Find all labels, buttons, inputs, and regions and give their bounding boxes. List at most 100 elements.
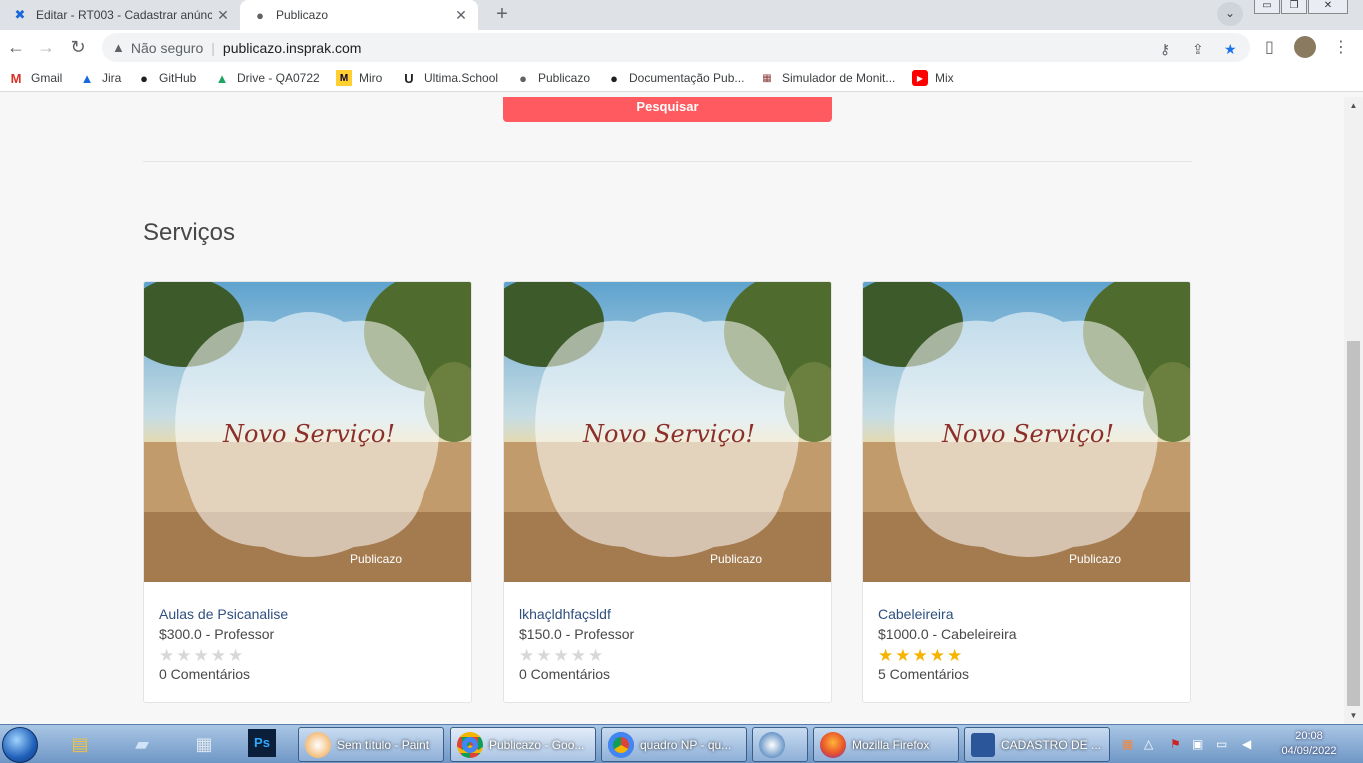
word-icon: [971, 732, 995, 757]
restore-button[interactable]: ❐: [1281, 0, 1307, 14]
star-icon: ★: [895, 646, 911, 665]
volume-icon[interactable]: ◀: [1242, 737, 1251, 751]
scroll-thumb[interactable]: [1347, 341, 1360, 706]
bookmark-drive[interactable]: ▲ Drive - QA0722: [214, 70, 320, 86]
card-comments[interactable]: 0 Comentários: [519, 666, 634, 686]
miro-icon: M: [336, 70, 352, 86]
card-body: Cabeleireira $1000.0 - Cabeleireira ★ ★ ★ ★…: [878, 606, 1017, 686]
bookmark-star-icon[interactable]: ★: [1224, 41, 1237, 58]
scroll-up-arrow-icon[interactable]: ▲: [1344, 97, 1363, 114]
card-comments[interactable]: 5 Comentários: [878, 666, 1017, 686]
share-icon[interactable]: ⇪: [1192, 41, 1204, 58]
bookmark-label: Publicazo: [538, 71, 591, 85]
tab-publicazo[interactable]: ● Publicazo ✕: [240, 0, 478, 30]
service-card[interactable]: Novo Serviço! Publicazo Aulas de Psicana…: [143, 281, 472, 703]
chrome-icon: [457, 731, 483, 758]
key-icon[interactable]: ⚷: [1160, 41, 1170, 58]
image-brand: Publicazo: [1069, 552, 1121, 566]
bookmark-label: Jira: [102, 71, 122, 85]
separator: |: [211, 39, 215, 56]
card-title[interactable]: lkhaçldhfaçsldf: [519, 606, 634, 626]
scroll-down-arrow-icon[interactable]: ▼: [1344, 707, 1363, 724]
bookmark-documentacao[interactable]: ● Documentação Pub...: [606, 70, 744, 86]
url-text[interactable]: publicazo.insprak.com: [223, 40, 362, 56]
card-price: $1000.0 - Cabeleireira: [878, 626, 1017, 642]
star-icon: ★: [228, 646, 244, 665]
service-card[interactable]: Novo Serviço! Publicazo lkhaçldhfaçsldf …: [503, 281, 832, 703]
divider: [143, 161, 1192, 162]
search-button[interactable]: Pesquisar: [503, 97, 832, 122]
task-word[interactable]: CADASTRO DE ...: [964, 727, 1110, 762]
tray-drive-icon[interactable]: △: [1144, 737, 1153, 751]
image-brand: Publicazo: [350, 552, 402, 566]
star-icon: ★: [947, 646, 963, 665]
star-icon: ★: [176, 646, 192, 665]
bookmark-mix[interactable]: ▶ Mix: [912, 70, 954, 86]
bookmark-label: GitHub: [159, 71, 197, 85]
taskbar-clock[interactable]: 20:08 04/09/2022: [1264, 729, 1354, 759]
menu-icon[interactable]: ⋮: [1333, 37, 1349, 57]
service-image[interactable]: Novo Serviço! Publicazo: [863, 282, 1190, 582]
explorer-icon[interactable]: ▤: [64, 729, 96, 759]
bookmark-jira[interactable]: ▲ Jira: [79, 70, 122, 86]
photoshop-icon[interactable]: Ps: [248, 729, 276, 757]
back-icon[interactable]: ←: [4, 36, 28, 60]
task-chrome-quadro[interactable]: quadro NP - qu...: [601, 727, 747, 762]
tray-device-icon[interactable]: ▣: [1192, 737, 1203, 751]
card-title[interactable]: Aulas de Psicanalise: [159, 606, 288, 626]
tab-editar[interactable]: ✖ Editar - RT003 - Cadastrar anúncio ✕: [0, 0, 240, 30]
clock-time: 20:08: [1295, 730, 1323, 742]
calculator-icon[interactable]: ▦: [188, 729, 220, 759]
bookmark-gmail[interactable]: M Gmail: [8, 70, 63, 86]
bookmark-simulador[interactable]: ▦ Simulador de Monit...: [759, 70, 895, 86]
new-tab-button[interactable]: +: [488, 3, 516, 27]
bookmark-publicazo[interactable]: ● Publicazo: [515, 70, 590, 86]
star-icon: ★: [929, 646, 945, 665]
close-icon[interactable]: ✕: [212, 7, 234, 24]
tab-bar: ✖ Editar - RT003 - Cadastrar anúncio ✕ ●…: [0, 0, 1363, 30]
close-icon[interactable]: ✕: [450, 7, 472, 24]
task-firefox[interactable]: Mozilla Firefox: [813, 727, 959, 762]
task-thunderbird[interactable]: [752, 727, 808, 762]
notebook-icon[interactable]: ▰: [126, 729, 158, 759]
jira-icon: ▲: [80, 70, 94, 86]
service-image[interactable]: Novo Serviço! Publicazo: [144, 282, 471, 582]
close-window-button[interactable]: ✕: [1308, 0, 1348, 14]
profile-avatar[interactable]: [1294, 36, 1316, 58]
star-icon: ★: [536, 646, 552, 665]
star-icon: ★: [553, 646, 569, 665]
bookmarks-bar: M Gmail ▲ Jira ● GitHub ▲ Drive - QA0722…: [0, 65, 1363, 92]
bookmark-label: Miro: [359, 71, 383, 85]
rating-stars: ★ ★ ★ ★ ★: [519, 646, 634, 666]
service-card[interactable]: Novo Serviço! Publicazo Cabeleireira $10…: [862, 281, 1191, 703]
task-chrome-publicazo[interactable]: Publicazo - Goo...: [450, 727, 596, 762]
thunderbird-icon: [759, 731, 785, 758]
tray-flag-icon[interactable]: ⚑: [1170, 737, 1181, 751]
page-content: Pesquisar Serviços Novo Serviço! Publica…: [0, 97, 1344, 724]
beach-image: Novo Serviço! Publicazo: [144, 282, 471, 582]
tab-title: Editar - RT003 - Cadastrar anúncio: [36, 8, 212, 22]
page-scrollbar[interactable]: ▲ ▼: [1344, 97, 1363, 724]
address-bar[interactable]: ▲ Não seguro | publicazo.insprak.com ⚷ ⇪…: [102, 33, 1250, 62]
star-icon: ★: [878, 646, 894, 665]
chrome-icon: [608, 731, 634, 758]
task-paint[interactable]: Sem título - Paint: [298, 727, 444, 762]
minimize-button[interactable]: ▭: [1254, 0, 1280, 14]
bookmark-github[interactable]: ● GitHub: [136, 70, 196, 86]
tab-search-button[interactable]: ⌄: [1217, 2, 1243, 26]
network-icon[interactable]: ▭: [1216, 737, 1227, 751]
security-label[interactable]: Não seguro: [131, 40, 203, 56]
star-icon: ★: [159, 646, 175, 665]
bookmark-ultima[interactable]: U Ultima.School: [401, 70, 498, 86]
card-title[interactable]: Cabeleireira: [878, 606, 1017, 626]
bookmark-miro[interactable]: M Miro: [336, 70, 382, 86]
service-image[interactable]: Novo Serviço! Publicazo: [504, 282, 831, 582]
side-panel-icon[interactable]: ▯: [1265, 37, 1274, 57]
warning-icon[interactable]: ▲: [112, 40, 125, 55]
reload-icon[interactable]: ↻: [66, 36, 90, 60]
tray-app-icon[interactable]: ▦: [1122, 737, 1133, 751]
card-comments[interactable]: 0 Comentários: [159, 666, 288, 686]
start-button[interactable]: [2, 727, 38, 763]
forward-icon[interactable]: →: [34, 36, 58, 60]
beach-image: Novo Serviço! Publicazo: [863, 282, 1190, 582]
